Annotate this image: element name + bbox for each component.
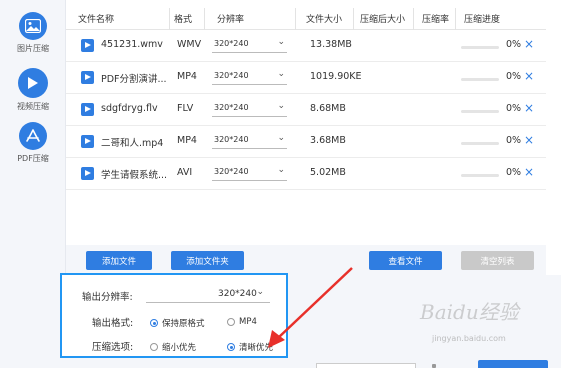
- file-table: 文件名称 格式 分辨率 文件大小 压缩后大小 压缩率 压缩进度 451231.w…: [66, 0, 546, 245]
- close-icon[interactable]: ×: [524, 133, 534, 147]
- file-name: 学生请假系统...: [101, 170, 168, 181]
- chevron-down-icon: ⌄: [256, 287, 264, 297]
- progress-bar: [461, 78, 499, 81]
- header-ratio: 压缩率: [422, 15, 450, 25]
- table-row: 451231.wmv WMV 320*240 ⌄ 13.38MB 0% ×: [66, 30, 546, 62]
- sidebar-item-label: PDF压缩: [17, 154, 49, 163]
- add-folder-button[interactable]: 添加文件夹: [171, 251, 244, 270]
- add-file-button[interactable]: 添加文件: [86, 251, 152, 270]
- file-format: FLV: [177, 103, 194, 114]
- file-format: MP4: [177, 71, 197, 82]
- file-name: 二哥和人.mp4: [101, 138, 164, 149]
- output-resolution-select[interactable]: 320*240 ⌄: [146, 287, 270, 303]
- close-icon[interactable]: ×: [524, 37, 534, 51]
- file-name: PDF分割演讲...: [101, 74, 167, 85]
- table-header: 文件名称 格式 分辨率 文件大小 压缩后大小 压缩率 压缩进度: [66, 0, 546, 30]
- format-mp4-radio[interactable]: MP4: [227, 317, 257, 327]
- header-size: 文件大小: [306, 15, 343, 25]
- sidebar-item-label: 视频压缩: [17, 102, 49, 111]
- compress-clarity-priority-radio[interactable]: 清晰优先: [227, 341, 273, 353]
- close-icon[interactable]: ×: [524, 101, 534, 115]
- progress-bar: [461, 46, 499, 49]
- file-size: 1019.90KE: [310, 71, 362, 82]
- start-compress-button[interactable]: [478, 360, 548, 368]
- progress-percent: 0%: [506, 39, 522, 50]
- file-format: WMV: [177, 39, 202, 50]
- pdf-icon: [19, 122, 47, 150]
- output-options-panel: 输出分辨率: 320*240 ⌄ 输出格式: 保持原格式 MP4 压缩选项: 缩…: [60, 273, 288, 358]
- view-file-button[interactable]: 查看文件: [369, 251, 442, 270]
- chevron-down-icon: ⌄: [277, 37, 285, 47]
- video-play-icon[interactable]: [81, 71, 94, 84]
- clear-list-button[interactable]: 清空列表: [461, 251, 534, 270]
- file-format: MP4: [177, 135, 197, 146]
- video-play-icon[interactable]: [81, 167, 94, 180]
- sidebar-item-video-compress[interactable]: 视频压缩: [0, 68, 66, 120]
- file-size: 3.68MB: [310, 135, 346, 146]
- resolution-select[interactable]: 320*240 ⌄: [212, 164, 287, 181]
- folder-icon[interactable]: [432, 364, 436, 368]
- action-bar: 添加文件 添加文件夹 查看文件 清空列表: [66, 245, 546, 275]
- chevron-down-icon: ⌄: [277, 69, 285, 79]
- sidebar-item-label: 图片压缩: [17, 44, 49, 53]
- chevron-down-icon: ⌄: [277, 133, 285, 143]
- sidebar-item-pdf-compress[interactable]: PDF压缩: [0, 122, 66, 174]
- file-format: AVI: [177, 167, 193, 178]
- video-play-icon[interactable]: [81, 39, 94, 52]
- video-play-icon[interactable]: [81, 103, 94, 116]
- compress-option-label: 压缩选项:: [92, 342, 134, 353]
- header-format: 格式: [174, 15, 193, 25]
- resolution-select[interactable]: 320*240 ⌄: [212, 100, 287, 117]
- table-row: sdgfdryg.flv FLV 320*240 ⌄ 8.68MB 0% ×: [66, 94, 546, 126]
- watermark-url: jingyan.baidu.com: [432, 334, 506, 343]
- table-row: 二哥和人.mp4 MP4 320*240 ⌄ 3.68MB 0% ×: [66, 126, 546, 158]
- file-size: 13.38MB: [310, 39, 352, 50]
- header-filename: 文件名称: [78, 15, 115, 25]
- output-format-label: 输出格式:: [92, 318, 134, 329]
- watermark-logo: Baidu经验: [420, 300, 519, 324]
- progress-percent: 0%: [506, 167, 522, 178]
- resolution-select[interactable]: 320*240 ⌄: [212, 36, 287, 53]
- sidebar-item-image-compress[interactable]: 图片压缩: [0, 12, 66, 64]
- image-icon: [19, 12, 47, 40]
- format-keep-original-radio[interactable]: 保持原格式: [150, 317, 205, 329]
- output-path-input[interactable]: [316, 363, 416, 368]
- progress-bar: [461, 142, 499, 145]
- progress-bar: [461, 174, 499, 177]
- header-compressed-size: 压缩后大小: [360, 15, 406, 25]
- play-icon: [18, 68, 48, 98]
- progress-percent: 0%: [506, 103, 522, 114]
- table-row: 学生请假系统... AVI 320*240 ⌄ 5.02MB 0% ×: [66, 158, 546, 190]
- close-icon[interactable]: ×: [524, 69, 534, 83]
- chevron-down-icon: ⌄: [277, 165, 285, 175]
- progress-bar: [461, 110, 499, 113]
- table-row: PDF分割演讲... MP4 320*240 ⌄ 1019.90KE 0% ×: [66, 62, 546, 94]
- resolution-select[interactable]: 320*240 ⌄: [212, 68, 287, 85]
- header-progress: 压缩进度: [464, 15, 501, 25]
- resolution-select[interactable]: 320*240 ⌄: [212, 132, 287, 149]
- chevron-down-icon: ⌄: [277, 101, 285, 111]
- file-name: sdgfdryg.flv: [101, 103, 158, 114]
- video-play-icon[interactable]: [81, 135, 94, 148]
- progress-percent: 0%: [506, 135, 522, 146]
- file-name: 451231.wmv: [101, 39, 163, 50]
- progress-percent: 0%: [506, 71, 522, 82]
- output-resolution-label: 输出分辨率:: [82, 292, 133, 303]
- file-size: 8.68MB: [310, 103, 346, 114]
- file-size: 5.02MB: [310, 167, 346, 178]
- header-resolution: 分辨率: [217, 15, 245, 25]
- close-icon[interactable]: ×: [524, 165, 534, 179]
- compress-size-priority-radio[interactable]: 缩小优先: [150, 341, 196, 353]
